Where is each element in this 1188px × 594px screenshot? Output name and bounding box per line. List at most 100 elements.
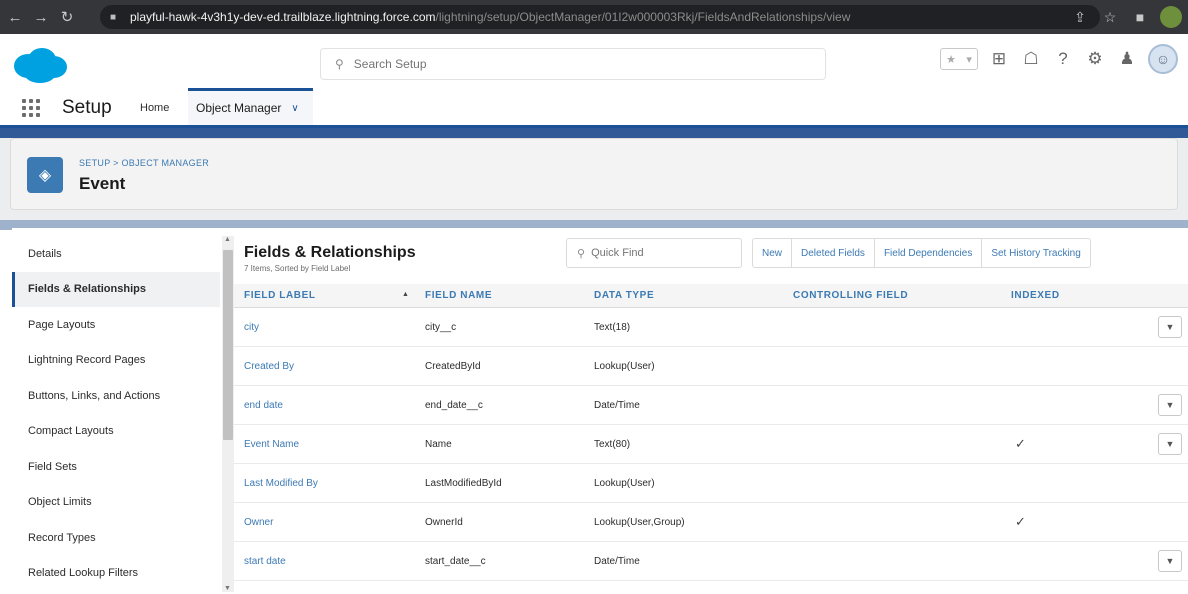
data-type: Lookup(User,Group) <box>594 516 685 528</box>
browser-profile-avatar[interactable] <box>1160 6 1182 28</box>
column-header-indexed[interactable]: INDEXED <box>1001 290 1139 301</box>
indexed-checkmark-icon: ✓ <box>1015 514 1026 529</box>
deleted-fields-button[interactable]: Deleted Fields <box>791 238 875 268</box>
fields-content: Fields & Relationships 7 Items, Sorted b… <box>234 228 1188 594</box>
field-label-link[interactable]: start date <box>234 556 415 567</box>
extensions-icon[interactable]: ■ <box>1130 7 1150 27</box>
sidebar-item-buttons-links-actions[interactable]: Buttons, Links, and Actions <box>12 378 220 414</box>
table-row: city city__c Text(18) ▼ <box>234 308 1188 347</box>
data-type: Lookup(User) <box>594 477 655 489</box>
sidebar-item-fields-relationships[interactable]: Fields & Relationships <box>12 271 220 307</box>
page-title: Event <box>79 174 126 193</box>
setup-search-box[interactable]: ⚲ <box>320 48 826 80</box>
row-actions-dropdown-icon[interactable]: ▼ <box>1158 316 1182 338</box>
table-row: Owner OwnerId Lookup(User,Group) ✓ <box>234 503 1188 542</box>
chevron-down-icon[interactable]: ∨ <box>291 103 298 114</box>
search-icon: ⚲ <box>577 247 586 260</box>
breadcrumb[interactable]: SETUP > OBJECT MANAGER <box>79 158 209 168</box>
object-page-header: ◈ SETUP > OBJECT MANAGER Event <box>10 138 1178 210</box>
table-header-row: FIELD LABEL ▲ FIELD NAME DATA TYPE CONTRO… <box>234 284 1188 308</box>
lock-icon: ■ <box>110 11 117 23</box>
table-row: Last Modified By LastModifiedById Lookup… <box>234 464 1188 503</box>
favorites-star-icon: ★ <box>946 53 957 66</box>
field-label-link[interactable]: Event Name <box>234 439 415 450</box>
address-bar[interactable]: ■ playful-hawk-4v3h1y-dev-ed.trailblaze.… <box>100 5 1100 29</box>
column-header-controlling-field[interactable]: CONTROLLING FIELD <box>783 290 1001 301</box>
favorites-button[interactable]: ★ ▾ <box>940 48 978 70</box>
sidebar-item-lightning-record-pages[interactable]: Lightning Record Pages <box>12 343 220 379</box>
column-header-data-type[interactable]: DATA TYPE <box>584 290 783 301</box>
field-label-link[interactable]: Owner <box>234 517 415 528</box>
url-host: playful-hawk-4v3h1y-dev-ed.trailblaze.li… <box>130 10 436 24</box>
browser-toolbar: ← → ↻ ■ playful-hawk-4v3h1y-dev-ed.trail… <box>0 0 1188 34</box>
trailhead-icon[interactable]: ☖ <box>1020 48 1042 70</box>
indexed-cell: ✓ <box>1001 436 1139 452</box>
action-button-group: New Deleted Fields Field Dependencies Se… <box>752 238 1091 268</box>
tab-home[interactable]: Home <box>140 102 169 114</box>
scroll-up-arrow-icon[interactable]: ▲ <box>224 236 231 243</box>
tab-object-manager[interactable]: Object Manager ∨ <box>188 88 313 125</box>
data-type: Lookup(User) <box>594 360 655 372</box>
field-label-link[interactable]: Created By <box>234 361 415 372</box>
row-actions-dropdown-icon[interactable]: ▼ <box>1158 550 1182 572</box>
table-row: Created By CreatedById Lookup(User) <box>234 347 1188 386</box>
header-utility-icons: ★ ▾ ⊞ ☖ ? ⚙ ♟ ☺ <box>940 44 1178 74</box>
data-type: Date/Time <box>594 555 640 567</box>
data-type: Text(80) <box>594 438 631 450</box>
help-icon[interactable]: ? <box>1052 48 1074 70</box>
reload-icon[interactable]: ↻ <box>56 6 78 28</box>
set-history-tracking-button[interactable]: Set History Tracking <box>981 238 1091 268</box>
setup-search-input[interactable] <box>353 57 754 71</box>
field-name: OwnerId <box>425 516 463 528</box>
salesforce-logo[interactable] <box>10 46 70 86</box>
row-actions-dropdown-icon[interactable]: ▼ <box>1158 394 1182 416</box>
sidebar-scrollbar[interactable]: ▲ ▼ <box>222 236 234 592</box>
sidebar-item-details[interactable]: Details <box>12 236 220 272</box>
column-header-field-name[interactable]: FIELD NAME <box>415 290 584 301</box>
star-icon[interactable]: ☆ <box>1100 7 1120 27</box>
sidebar-item-related-lookup-filters[interactable]: Related Lookup Filters <box>12 556 220 592</box>
row-actions-dropdown-icon[interactable]: ▼ <box>1158 433 1182 455</box>
app-launcher-icon[interactable] <box>22 99 40 117</box>
field-label-link[interactable]: end date <box>234 400 415 411</box>
notifications-bell-icon[interactable]: ♟ <box>1116 48 1138 70</box>
new-button[interactable]: New <box>752 238 793 268</box>
sidebar-item-page-layouts[interactable]: Page Layouts <box>12 307 220 343</box>
table-row: start date start_date__c Date/Time ▼ <box>234 542 1188 581</box>
setup-gear-icon[interactable]: ⚙ <box>1084 48 1106 70</box>
indexed-checkmark-icon: ✓ <box>1015 436 1026 451</box>
field-name: Name <box>425 438 452 450</box>
global-actions-icon[interactable]: ⊞ <box>988 48 1010 70</box>
field-name: LastModifiedById <box>425 477 502 489</box>
favorites-dropdown-icon: ▾ <box>966 53 972 66</box>
field-dependencies-button[interactable]: Field Dependencies <box>873 238 983 268</box>
data-type: Text(18) <box>594 321 631 333</box>
scroll-down-arrow-icon[interactable]: ▼ <box>224 585 231 592</box>
sort-ascending-icon[interactable]: ▲ <box>402 291 410 298</box>
object-layers-icon: ◈ <box>27 157 63 193</box>
field-name: start_date__c <box>425 555 486 567</box>
forward-icon[interactable]: → <box>30 6 52 28</box>
section-title: Fields & Relationships <box>244 244 416 261</box>
field-label-link[interactable]: city <box>234 322 415 333</box>
fields-table: FIELD LABEL ▲ FIELD NAME DATA TYPE CONTRO… <box>234 284 1188 581</box>
quick-find-input[interactable] <box>591 247 722 259</box>
url-path: /lightning/setup/ObjectManager/01I2w0000… <box>435 10 851 24</box>
back-icon[interactable]: ← <box>4 6 26 28</box>
user-avatar[interactable]: ☺ <box>1148 44 1178 74</box>
sidebar-item-field-sets[interactable]: Field Sets <box>12 449 220 485</box>
field-name: city__c <box>425 321 457 333</box>
sidebar-item-record-types[interactable]: Record Types <box>12 520 220 556</box>
field-name: CreatedById <box>425 360 481 372</box>
main-panel: Details Fields & Relationships Page Layo… <box>12 228 1188 594</box>
column-header-field-label[interactable]: FIELD LABEL ▲ <box>234 290 415 301</box>
field-label-link[interactable]: Last Modified By <box>234 478 415 489</box>
table-row: Event Name Name Text(80) ✓ ▼ <box>234 425 1188 464</box>
share-icon[interactable]: ⇪ <box>1070 7 1090 27</box>
quick-find-box[interactable]: ⚲ <box>566 238 742 268</box>
object-sidebar: Details Fields & Relationships Page Layo… <box>12 236 220 594</box>
sidebar-scroll-thumb[interactable] <box>223 250 233 440</box>
sidebar-item-compact-layouts[interactable]: Compact Layouts <box>12 414 220 450</box>
sidebar-item-object-limits[interactable]: Object Limits <box>12 485 220 521</box>
tab-object-manager-label: Object Manager <box>196 101 282 115</box>
